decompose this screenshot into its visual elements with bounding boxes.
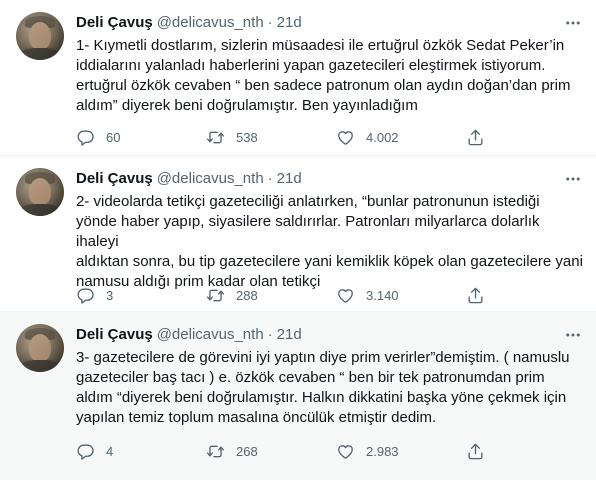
timestamp[interactable]: 21d xyxy=(277,14,302,31)
tweet[interactable]: Deli Çavuş @delicavus_nth · 21d 2- video… xyxy=(0,156,596,312)
author-handle[interactable]: @delicavus_nth xyxy=(157,14,264,31)
tweet-actions: 60 538 4.002 xyxy=(66,126,536,148)
reply-count: 60 xyxy=(106,129,121,145)
tweet-text: 1- Kıymetli dostlarım, sizlerin müsaades… xyxy=(76,37,571,114)
retweet-count: 268 xyxy=(236,443,258,459)
tweet-text: 3- gazetecilere de görevini iyi yaptın d… xyxy=(76,349,570,426)
retweet-count: 538 xyxy=(236,129,258,145)
like-count: 4.002 xyxy=(366,129,399,145)
retweet-count: 288 xyxy=(236,287,258,303)
like-button[interactable]: 2.983 xyxy=(326,440,456,462)
retweet-button[interactable]: 538 xyxy=(196,126,326,148)
share-icon xyxy=(468,129,483,145)
like-count: 3.140 xyxy=(366,287,399,303)
author-name[interactable]: Deli Çavuş xyxy=(76,326,153,343)
like-icon xyxy=(338,444,353,459)
share-button[interactable] xyxy=(456,284,496,306)
separator: · xyxy=(267,169,273,187)
share-icon xyxy=(468,443,483,459)
reply-count: 4 xyxy=(106,443,114,459)
share-button[interactable] xyxy=(456,126,496,148)
avatar[interactable] xyxy=(16,168,64,216)
like-button[interactable]: 4.002 xyxy=(326,126,456,148)
reply-count: 3 xyxy=(106,287,114,303)
like-button[interactable]: 3.140 xyxy=(326,284,456,306)
timestamp[interactable]: 21d xyxy=(277,326,302,343)
timestamp[interactable]: 21d xyxy=(277,170,302,187)
separator: · xyxy=(267,13,273,31)
tweet-actions: 4 268 2.983 xyxy=(66,440,536,462)
tweet-text: 2- videolarda tetikçi gazeteciliği anlat… xyxy=(76,193,583,290)
reply-icon xyxy=(77,443,94,460)
reply-icon xyxy=(77,129,94,146)
reply-button[interactable]: 60 xyxy=(66,126,196,148)
tweet-actions: 3 288 3.140 xyxy=(66,284,536,306)
retweet-button[interactable]: 288 xyxy=(196,284,326,306)
more-icon[interactable] xyxy=(564,14,582,32)
like-count: 2.983 xyxy=(366,443,399,459)
like-icon xyxy=(338,288,353,303)
author-handle[interactable]: @delicavus_nth xyxy=(157,326,264,343)
retweet-icon xyxy=(206,445,225,457)
author-name[interactable]: Deli Çavuş xyxy=(76,170,153,187)
tweet-header: Deli Çavuş @delicavus_nth · 21d xyxy=(76,12,302,32)
retweet-icon xyxy=(206,289,225,301)
tweet[interactable]: Deli Çavuş @delicavus_nth · 21d 1- Kıyme… xyxy=(0,0,596,156)
tweet[interactable]: Deli Çavuş @delicavus_nth · 21d 3- gazet… xyxy=(0,312,596,480)
author-name[interactable]: Deli Çavuş xyxy=(76,14,153,31)
retweet-icon xyxy=(206,131,225,143)
reply-button[interactable]: 4 xyxy=(66,440,196,462)
more-icon[interactable] xyxy=(564,170,582,188)
reply-button[interactable]: 3 xyxy=(66,284,196,306)
more-icon[interactable] xyxy=(564,326,582,344)
tweet-header: Deli Çavuş @delicavus_nth · 21d xyxy=(76,168,302,188)
tweet-header: Deli Çavuş @delicavus_nth · 21d xyxy=(76,324,302,344)
like-icon xyxy=(338,130,353,145)
avatar[interactable] xyxy=(16,324,64,372)
share-button[interactable] xyxy=(456,440,496,462)
retweet-button[interactable]: 268 xyxy=(196,440,326,462)
author-handle[interactable]: @delicavus_nth xyxy=(157,170,264,187)
share-icon xyxy=(468,287,483,303)
avatar[interactable] xyxy=(16,12,64,60)
reply-icon xyxy=(77,287,94,304)
separator: · xyxy=(267,325,273,343)
